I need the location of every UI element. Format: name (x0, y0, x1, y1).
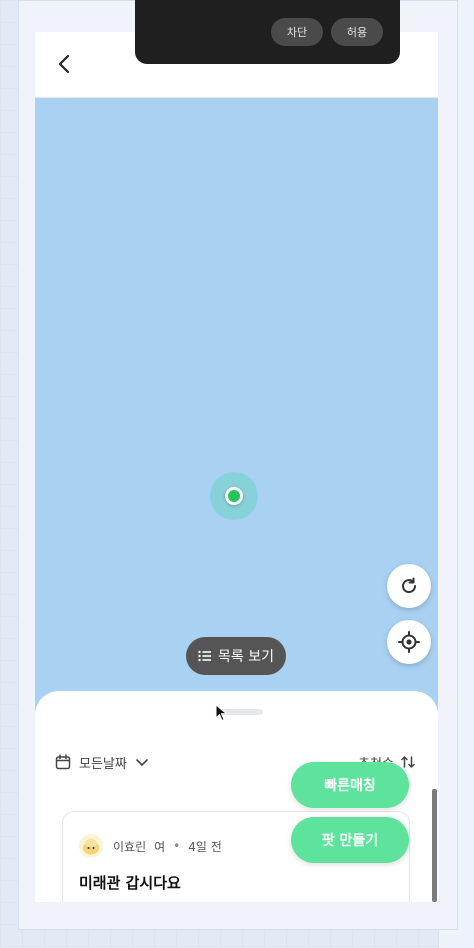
allow-button[interactable]: 허용 (331, 18, 383, 46)
avatar (79, 834, 103, 858)
sort-arrows-icon (401, 756, 415, 768)
permission-prompt: 차단 허용 (135, 0, 400, 64)
locate-me-button[interactable] (387, 620, 431, 664)
create-party-button[interactable]: 팟 만들기 (291, 817, 409, 863)
user-avatar-icon (83, 839, 99, 855)
posted-time: 4일 전 (188, 839, 222, 854)
list-icon (198, 650, 211, 662)
mouse-cursor-icon (215, 704, 228, 722)
card-title: 미래관 갑시다요 (79, 874, 181, 892)
map-view[interactable]: 목록 보기 (35, 98, 438, 748)
scrollbar[interactable] (432, 789, 437, 902)
quick-match-button[interactable]: 빠른매칭 (291, 762, 409, 808)
author-name: 이효린 (113, 839, 147, 854)
crosshair-icon (398, 631, 420, 653)
refresh-icon (402, 577, 417, 594)
chevron-left-icon (58, 54, 70, 74)
card-meta: 이효린 여 • 4일 전 (113, 834, 222, 858)
refresh-button[interactable] (387, 564, 431, 608)
back-button[interactable] (51, 50, 79, 78)
meta-separator: • (173, 839, 181, 853)
calendar-icon (55, 754, 71, 770)
app-screen: 목록 보기 모든날짜 추천순 (35, 32, 438, 902)
block-button[interactable]: 차단 (271, 18, 323, 46)
list-view-label: 목록 보기 (218, 649, 274, 665)
current-location-dot (225, 487, 243, 505)
date-filter-dropdown[interactable]: 모든날짜 (55, 751, 149, 773)
chevron-down-icon (136, 759, 148, 766)
author-gender: 여 (154, 839, 166, 854)
list-view-button[interactable]: 목록 보기 (186, 637, 286, 675)
date-filter-label: 모든날짜 (79, 756, 127, 772)
